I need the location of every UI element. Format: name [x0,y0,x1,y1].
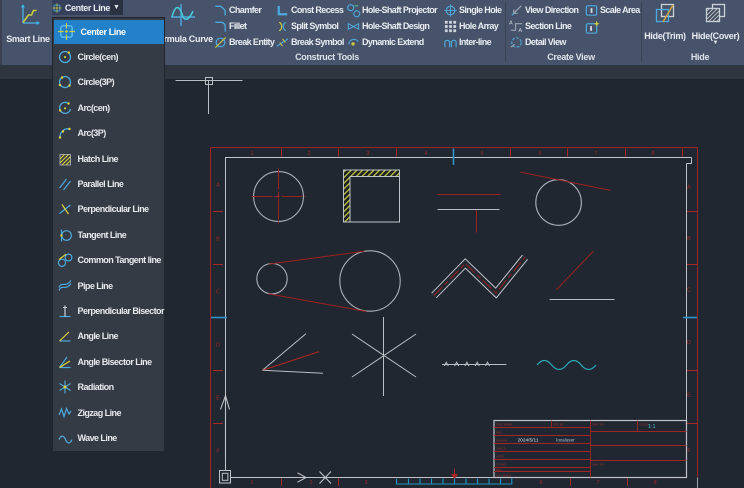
svg-text:F: F [216,449,220,455]
svg-text:B: B [687,236,691,242]
svg-text:6: 6 [538,151,541,157]
svg-text:D: D [687,340,691,346]
svg-text:B: B [216,237,220,243]
svg-text:7: 7 [594,151,597,157]
svg-text:localuser: localuser [556,438,575,443]
svg-text:QTY MADE: QTY MADE [496,474,511,478]
svg-text:6: 6 [539,480,542,486]
svg-text:A: A [518,28,522,34]
svg-text:8: 8 [653,480,656,486]
svg-text:3: 3 [364,480,367,486]
svg-text:1:1: 1:1 [648,424,656,430]
svg-text:C: C [216,290,220,296]
svg-text:A: A [509,20,513,26]
svg-text:1: 1 [250,151,253,157]
svg-text:1: 1 [250,480,253,486]
svg-text:2: 2 [307,151,310,157]
svg-text:DWG NO: DWG NO [592,463,605,467]
svg-text:3: 3 [366,151,369,157]
svg-text:DRAWN: DRAWN [496,439,507,443]
svg-text:REV: REV [496,468,502,472]
svg-text:2024/5/11: 2024/5/11 [518,438,539,444]
svg-text:A: A [216,183,220,189]
svg-text:E: E [216,396,220,402]
svg-text:REV: REV [496,431,502,435]
svg-text:DES BY: DES BY [553,423,564,427]
svg-text:E: E [687,393,691,399]
svg-text:APPD: APPD [496,455,504,459]
svg-text:7: 7 [596,480,599,486]
svg-text:C: C [687,288,691,294]
svg-text:CHECK: CHECK [496,447,506,451]
svg-text:2: 2 [309,480,312,486]
svg-text:5: 5 [480,151,483,157]
svg-text:D: D [216,343,220,349]
svg-text:DWG NAME: DWG NAME [496,423,512,427]
svg-text:4: 4 [424,151,427,157]
svg-text:A: A [687,185,691,191]
svg-text:F: F [687,448,691,454]
svg-text:STAND: STAND [496,463,506,467]
svg-text:DWG NO: DWG NO [592,423,605,427]
svg-text:8: 8 [651,151,654,157]
